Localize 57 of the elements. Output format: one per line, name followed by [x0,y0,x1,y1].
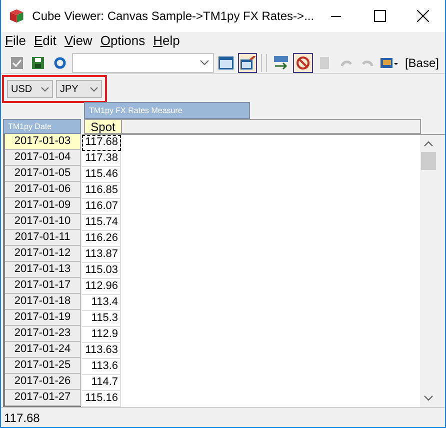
row-header: 2017-01-09 [5,198,81,214]
row-header: 2017-01-18 [5,294,81,310]
data-cell[interactable]: 113.4 [82,295,121,311]
row-header: 2017-01-27 [5,390,81,406]
row-header: 2017-01-13 [5,262,81,278]
data-cell[interactable]: 115.03 [82,263,121,279]
menu-item[interactable]: View [60,32,96,50]
column-header: Spot [84,119,122,134]
data-cell[interactable]: 116.07 [82,199,121,215]
data-cell[interactable]: 116.26 [82,231,121,247]
row-header: 2017-01-03 [5,134,81,150]
window-title: Cube Viewer: Canvas Sample->TM1py FX Rates->... [32,8,314,25]
data-cell[interactable]: 113.63 [82,343,121,359]
menu-item[interactable]: File [1,32,30,50]
row-header: 2017-01-05 [5,166,81,182]
row-header: 2017-01-17 [5,278,81,294]
no-symbol-icon[interactable] [292,52,313,72]
maximize-icon [374,10,386,22]
row-header: 2017-01-06 [5,182,81,198]
row-header: 2017-01-25 [5,358,81,374]
status-text: 117.68 [4,410,40,426]
data-cell[interactable]: 113.6 [82,359,121,375]
chevron-down-icon [424,395,433,401]
data-cell[interactable]: 117.38 [82,151,121,167]
row-header: 2017-01-11 [5,230,81,246]
data-cell[interactable]: 115.46 [82,167,121,183]
menu-item[interactable]: Options [96,32,150,50]
grid-edit-icon[interactable] [238,52,258,72]
chevron-down-icon [200,60,210,66]
row-header: 2017-01-04 [5,150,81,166]
dimension-dropdown[interactable]: USD [7,80,53,98]
close-icon [417,10,430,22]
row-header: 2017-01-19 [5,310,81,326]
row-header: 2017-01-24 [5,342,81,358]
menu-item[interactable]: Edit [30,32,60,50]
chevron-down-icon [90,86,98,92]
data-cell[interactable]: 114.7 [82,375,121,391]
row-header: 2017-01-10 [5,214,81,230]
data-cell[interactable]: 117.68 [82,135,121,151]
data-cell[interactable]: 112.96 [82,279,121,295]
scrollbar-thumb[interactable] [421,152,436,170]
scrollbar[interactable] [420,135,445,407]
view-label: [Base] [404,54,439,72]
data-cell[interactable]: 113.87 [82,247,121,263]
data-cell[interactable]: 115.16 [82,391,121,407]
chevron-up-icon [424,141,433,147]
data-cell[interactable]: 115.74 [82,215,121,231]
data-cell[interactable]: 115.3 [82,311,121,327]
row-header: 2017-01-26 [5,374,81,390]
data-cell[interactable]: 112.9 [82,327,121,343]
chevron-down-icon [41,86,49,92]
row-header: 2017-01-12 [5,246,81,262]
row-header: 2017-01-23 [5,326,81,342]
dimension-dropdown[interactable]: JPY [56,80,102,98]
cube-icon [9,8,24,24]
menu-item[interactable]: Help [149,32,184,50]
data-cell[interactable]: 116.85 [82,183,121,199]
